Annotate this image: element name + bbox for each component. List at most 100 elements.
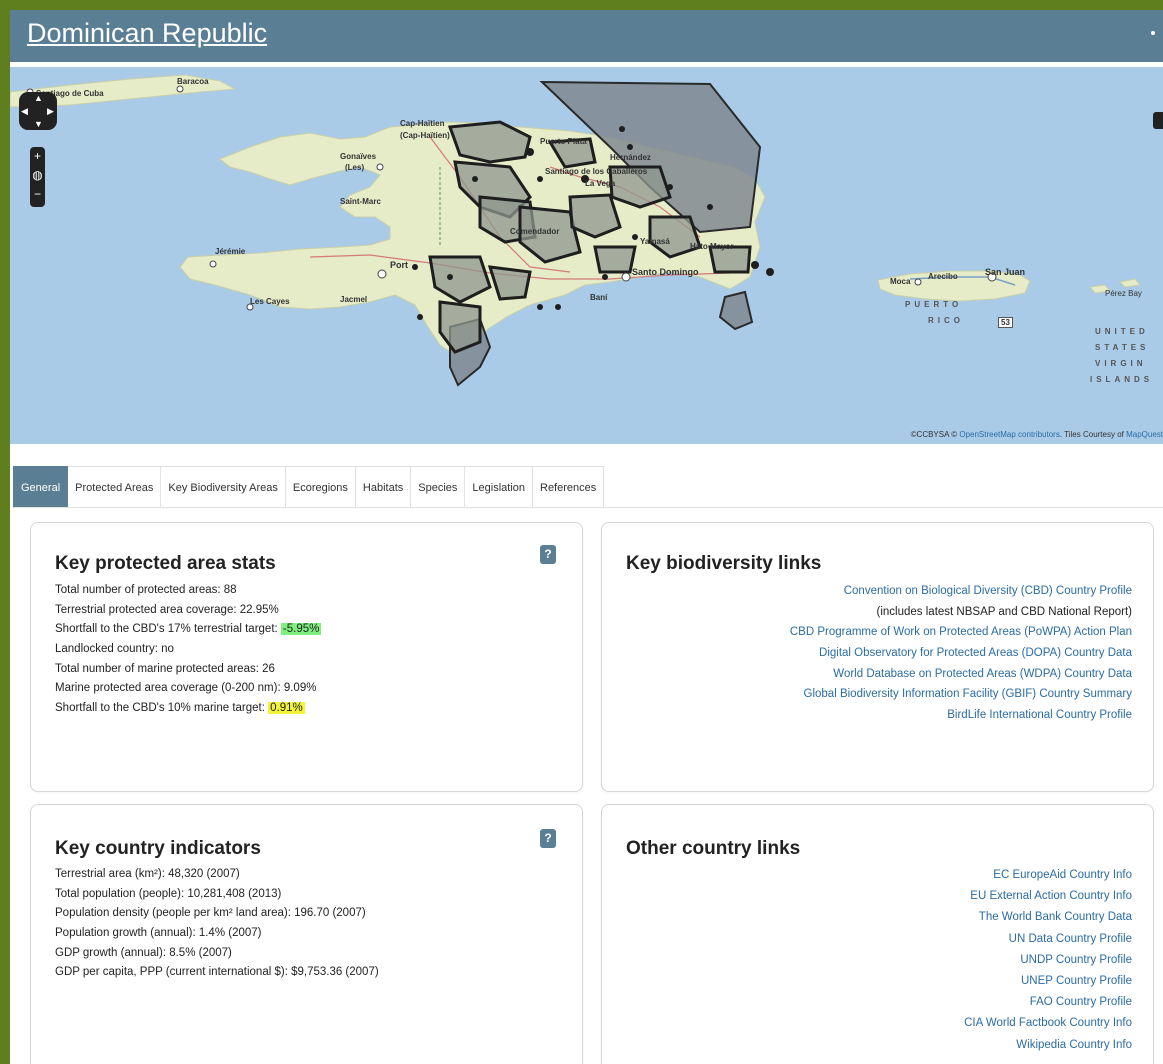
map-label-yamasa: Yamasá [640,237,670,246]
tab-bar: General Protected Areas Key Biodiversity… [13,466,605,508]
stat-row: Terrestrial protected area coverage: 22.… [55,603,279,616]
world-bank-link[interactable]: The World Bank Country Data [964,907,1132,928]
biodiversity-links-card: Key biodiversity links Convention on Bio… [601,522,1154,792]
indicator-row: Terrestrial area (km²): 48,320 (2007) [55,868,240,880]
tab-protected-areas[interactable]: Protected Areas [68,466,162,508]
birdlife-link[interactable]: BirdLife International Country Profile [790,705,1132,726]
mapquest-link[interactable]: MapQuest [1126,430,1163,439]
wikipedia-link[interactable]: Wikipedia Country Info [964,1035,1132,1056]
card-title: Key protected area stats [55,553,276,574]
map-view[interactable]: Baracoa Santiago de Cuba Cap-Haïtien (Ca… [10,67,1163,444]
map-label-bay: Pérez Bay [1105,289,1142,298]
tab-ecoregions[interactable]: Ecoregions [285,466,356,508]
biodiversity-links-list: Convention on Biological Diversity (CBD)… [790,581,1132,726]
map-label-us4: ISLANDS [1090,375,1154,384]
map-label-santiago-caballeros: Santiago de los Caballeros [545,167,648,176]
pan-left-icon[interactable]: ◀ [21,106,28,117]
un-data-link[interactable]: UN Data Country Profile [964,929,1132,950]
stats-list: Total number of protected areas: 88 Terr… [55,581,322,719]
eu-external-action-link[interactable]: EU External Action Country Info [964,886,1132,907]
layer-switcher-icon[interactable] [1153,112,1163,129]
tab-references[interactable]: References [533,466,605,508]
indicator-row: Population density (people per km² land … [55,907,366,920]
globe-icon[interactable]: ◍ [30,168,45,182]
dopa-link[interactable]: Digital Observatory for Protected Areas … [790,643,1132,664]
zoom-control[interactable]: + ◍ − [30,147,45,207]
indicator-row: Total population (people): 10,281,408 (2… [55,887,282,900]
map-label-puerto: PUERTO [905,300,963,309]
map-label-rico: RICO [928,316,964,325]
map-canvas [10,74,1141,387]
powpa-link[interactable]: CBD Programme of Work on Protected Areas… [790,622,1132,643]
country-indicators-card: Key country indicators ? Terrestrial are… [30,804,583,1064]
pan-up-icon[interactable]: ▲ [34,93,43,103]
pan-down-icon[interactable]: ▼ [34,119,43,129]
map-label-hernandez: Hernández [610,153,651,162]
pan-control[interactable]: ▲ ▼ ◀ ▶ [19,92,57,130]
map-label-bani: Baní [590,293,608,302]
page: Dominican Republic Baracoa Santiago de C… [10,10,1163,1064]
stat-row: Total number of marine protected areas: … [55,662,275,675]
gbif-link[interactable]: Global Biodiversity Information Facility… [790,684,1132,705]
help-button[interactable]: ? [540,829,556,848]
protected-area-stats-card: Key protected area stats ? Total number … [30,522,583,792]
stat-row: Shortfall to the CBD's 17% terrestrial t… [55,620,322,640]
other-links-list: EC EuropeAid Country Info EU External Ac… [964,865,1132,1056]
pan-right-icon[interactable]: ▶ [47,106,54,117]
stat-label: Shortfall to the CBD's 10% marine target… [55,702,269,715]
map-label-santo-domingo: Santo Domingo [632,267,699,277]
map-label-comendador: Comendador [510,227,560,236]
map-label-les-cayes: Les Cayes [250,297,290,306]
other-links-card: Other country links EC EuropeAid Country… [601,804,1154,1064]
attribution-middle: . Tiles Courtesy of [1059,430,1127,439]
attribution-prefix: ©CCBYSA © [910,430,960,439]
cbd-note: (includes latest NBSAP and CBD National … [876,605,1132,618]
tab-legislation[interactable]: Legislation [465,466,533,508]
unep-link[interactable]: UNEP Country Profile [964,971,1132,992]
indicator-row: GDP growth (annual): 8.5% (2007) [55,946,232,959]
map-label-moca: Moca [890,277,911,286]
map-label-us1: UNITED [1095,327,1149,336]
map-label-gonaives-2: (Les) [345,163,365,172]
map-label-arecibo: Arecibo [928,272,958,281]
map-label-jacmel: Jacmel [340,295,368,304]
map-label-cap-haitien: Cap-Haïtien [400,119,445,128]
tab-species[interactable]: Species [411,466,466,508]
tabs-divider [13,507,1163,508]
tab-key-biodiversity-areas[interactable]: Key Biodiversity Areas [161,466,286,508]
osm-link[interactable]: OpenStreetMap contributors [959,430,1060,439]
zoom-in-icon[interactable]: + [30,149,45,163]
page-header: Dominican Republic [10,10,1163,62]
country-title-link[interactable]: Dominican Republic [27,18,267,49]
map-label-saint-marc: Saint-Marc [340,197,381,206]
map-label-us2: STATES [1095,343,1150,352]
marine-shortfall-badge: 0.91% [268,702,305,715]
wdpa-link[interactable]: World Database on Protected Areas (WDPA)… [790,664,1132,685]
stat-label: Shortfall to the CBD's 17% terrestrial t… [55,623,281,636]
map-label-us3: VIRGIN [1095,359,1147,368]
card-title: Key biodiversity links [626,553,822,574]
map-label-cap-haitien-2: (Cap-Haïtien) [400,131,450,140]
fao-link[interactable]: FAO Country Profile [964,992,1132,1013]
stat-row: Total number of protected areas: 88 [55,584,237,596]
map-attribution: ©CCBYSA © OpenStreetMap contributors. Ti… [911,430,1163,439]
indicators-list: Terrestrial area (km²): 48,320 (2007) To… [55,865,379,983]
cbd-profile-link[interactable]: Convention on Biological Diversity (CBD)… [790,581,1132,602]
europeaid-link[interactable]: EC EuropeAid Country Info [964,865,1132,886]
zoom-out-icon[interactable]: − [30,187,45,201]
map-label-la-vega: La Vega [585,179,616,188]
indicator-row: GDP per capita, PPP (current internation… [55,966,379,979]
map-label-san-juan: San Juan [985,267,1026,277]
map-label-jeremie: Jérémie [215,247,246,256]
indicator-row: Population growth (annual): 1.4% (2007) [55,927,262,940]
map-label-puerto-plata: Puerto Plata [540,137,587,146]
undp-link[interactable]: UNDP Country Profile [964,950,1132,971]
tab-habitats[interactable]: Habitats [355,466,412,508]
help-button[interactable]: ? [540,545,556,564]
map-label-gonaives: Gonaïves [340,152,377,161]
header-dot [1151,31,1155,35]
map-road-shield: 53 [998,317,1013,328]
tab-general[interactable]: General [13,466,69,508]
cia-factbook-link[interactable]: CIA World Factbook Country Info [964,1013,1132,1034]
card-title: Key country indicators [55,838,261,859]
